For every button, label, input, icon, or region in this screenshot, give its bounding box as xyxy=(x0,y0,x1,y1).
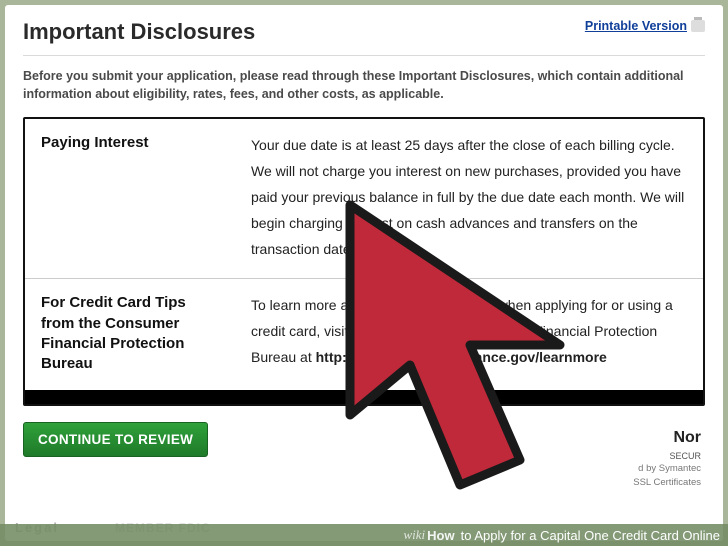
caption-how: How xyxy=(427,528,454,543)
badge-secured: SECUR xyxy=(581,450,701,463)
section-divider-band xyxy=(25,390,703,404)
badge-cert: SSL Certificates xyxy=(581,476,701,489)
disclosure-text-url: http://www.consumerfinance.gov/learnmore xyxy=(316,349,607,365)
caption-bar: wikiHow to Apply for a Capital One Credi… xyxy=(0,524,728,546)
table-row: For Credit Card Tips from the Consumer F… xyxy=(25,279,703,391)
header: Important Disclosures Printable Version xyxy=(23,19,705,56)
disclosure-table: Paying Interest Your due date is at leas… xyxy=(23,117,705,406)
printer-icon xyxy=(691,20,705,32)
badge-brand: Nor xyxy=(581,427,701,449)
printable-version-link[interactable]: Printable Version xyxy=(585,19,705,33)
table-row: Paying Interest Your due date is at leas… xyxy=(25,119,703,279)
security-badge: Nor SECUR d by Symantec SSL Certificates xyxy=(581,427,701,489)
disclosure-label: Paying Interest xyxy=(25,119,235,279)
caption-text: to Apply for a Capital One Credit Card O… xyxy=(461,528,720,543)
badge-powered: d by Symantec xyxy=(581,462,701,475)
caption-wiki: wiki xyxy=(403,527,425,543)
disclosure-label: For Credit Card Tips from the Consumer F… xyxy=(25,279,235,391)
printable-version-text[interactable]: Printable Version xyxy=(585,19,687,33)
continue-to-review-button[interactable]: CONTINUE TO REVIEW xyxy=(23,422,208,457)
disclosure-text: Your due date is at least 25 days after … xyxy=(235,119,703,279)
page-title: Important Disclosures xyxy=(23,19,255,45)
disclosure-text: To learn more about factors to consider … xyxy=(235,279,703,391)
intro-text: Before you submit your application, plea… xyxy=(23,68,705,103)
